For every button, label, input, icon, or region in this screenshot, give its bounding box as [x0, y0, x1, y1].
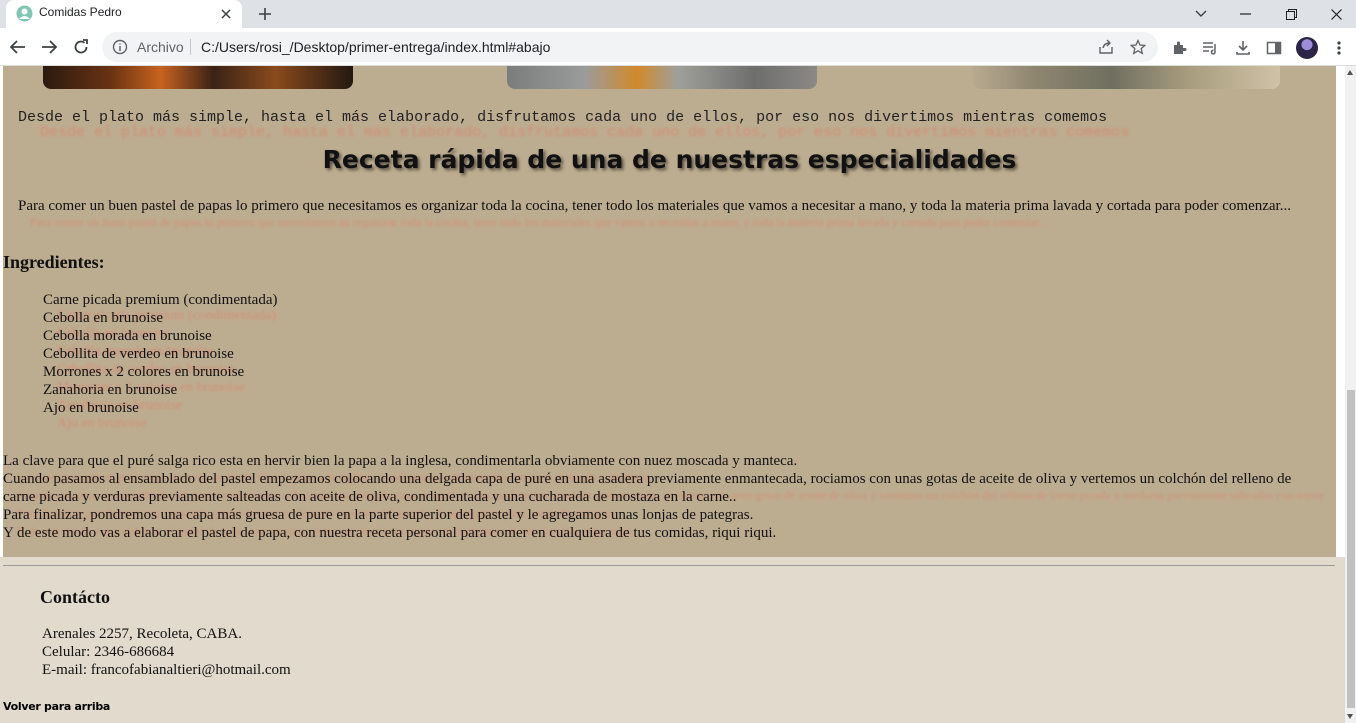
favicon-icon: [16, 5, 33, 22]
close-window-button[interactable]: [1313, 0, 1356, 28]
tagline-shadow: Desde el plato más simple, hasta el más …: [40, 124, 1130, 141]
url-text[interactable]: C:/Users/rosi_/Desktop/primer-entrega/in…: [201, 39, 550, 55]
intro-paragraph: Para comer un buen pastel de papas lo pr…: [18, 198, 1291, 214]
browser-tab[interactable]: Comidas Pedro: [6, 0, 242, 28]
side-panel-icon[interactable]: [1264, 38, 1284, 58]
page-viewport: Desde el plato más simple, hasta el más …: [0, 66, 1356, 723]
menu-icon[interactable]: [1329, 38, 1349, 58]
tagline: Desde el plato más simple, hasta el más …: [18, 109, 1108, 126]
contact-phone: Celular: 2346-686684: [42, 644, 175, 660]
back-arrow-icon[interactable]: [5, 34, 31, 60]
ingredient-item: Cebollita de verdeo en brunoise: [43, 346, 234, 362]
ingredient-item: Morrones x 2 colores en brunoise: [43, 364, 245, 380]
ingredient-item: Carne picada premium (condimentada): [43, 292, 278, 308]
step-paragraph: Para finalizar, pondremos una capa más g…: [3, 507, 754, 523]
contact-email: E-mail: francofabianaltieri@hotmail.com: [42, 662, 291, 678]
step-paragraph: Y de este modo vas a elaborar el pastel …: [3, 525, 777, 541]
address-prefix: Archivo: [137, 39, 184, 55]
ingredients-list: Carne picada premium (condimentada) Cebo…: [43, 291, 278, 417]
info-icon[interactable]: [112, 39, 128, 60]
profile-avatar[interactable]: [1296, 37, 1318, 59]
contact-heading: Contácto: [40, 587, 110, 607]
tab-search-chevron-icon[interactable]: [1178, 0, 1224, 28]
recipe-title: Receta rápida de una de nuestras especia…: [322, 145, 1017, 174]
recipe-section: Desde el plato más simple, hasta el más …: [3, 66, 1336, 557]
reading-list-icon[interactable]: [1200, 38, 1220, 58]
reload-icon[interactable]: [68, 34, 94, 60]
intro-shadow: Para comer un buen pastel de papas lo pr…: [30, 215, 1049, 229]
contact-details: Arenales 2257, Recoleta, CABA. Celular: …: [42, 625, 291, 679]
restore-button[interactable]: [1268, 0, 1314, 28]
food-photo-drink: [507, 66, 817, 89]
close-tab-icon[interactable]: [216, 4, 236, 24]
footer-divider: [3, 565, 1335, 566]
browser-toolbar: Archivo C:/Users/rosi_/Desktop/primer-en…: [0, 28, 1356, 66]
step-paragraph: La clave para que el puré salga rico est…: [3, 453, 798, 469]
food-photo-grill: [43, 66, 353, 89]
scroll-thumb[interactable]: [1347, 390, 1355, 708]
extensions-icon[interactable]: [1169, 38, 1189, 58]
ingredient-item: Cebolla morada en brunoise: [43, 328, 212, 344]
forward-arrow-icon[interactable]: [36, 34, 62, 60]
new-tab-button[interactable]: [252, 2, 278, 26]
ingredients-heading: Ingredientes:: [3, 252, 105, 272]
star-icon[interactable]: [1129, 38, 1147, 56]
minimize-button[interactable]: [1222, 0, 1268, 28]
ingredient-item: Ajo en brunoise: [43, 400, 139, 416]
address-bar[interactable]: Archivo C:/Users/rosi_/Desktop/primer-en…: [102, 32, 1158, 62]
tab-strip: Comidas Pedro: [0, 0, 1356, 28]
list-item: Ajo en brunoise: [57, 416, 147, 431]
contact-footer: Contácto Arenales 2257, Recoleta, CABA. …: [0, 557, 1345, 723]
contact-address: Arenales 2257, Recoleta, CABA.: [42, 626, 242, 642]
scroll-down-icon[interactable]: [1347, 714, 1353, 719]
tab-title: Comidas Pedro: [39, 5, 122, 19]
address-separator: [190, 39, 191, 55]
share-icon[interactable]: [1097, 38, 1115, 56]
ingredient-item: Zanahoria en brunoise: [43, 382, 178, 398]
download-icon[interactable]: [1233, 38, 1253, 58]
recipe-steps: La clave para que el puré salga rico est…: [3, 452, 1323, 542]
back-to-top-link[interactable]: Volver para arriba: [3, 700, 110, 713]
scroll-up-icon[interactable]: [1347, 70, 1353, 75]
food-photo-dish: [973, 66, 1280, 89]
page-scrollbar[interactable]: [1345, 66, 1356, 723]
ingredient-item: Cebolla en brunoise: [43, 310, 163, 326]
step-paragraph: Cuando pasamos al ensamblado del pastel …: [3, 471, 1292, 505]
